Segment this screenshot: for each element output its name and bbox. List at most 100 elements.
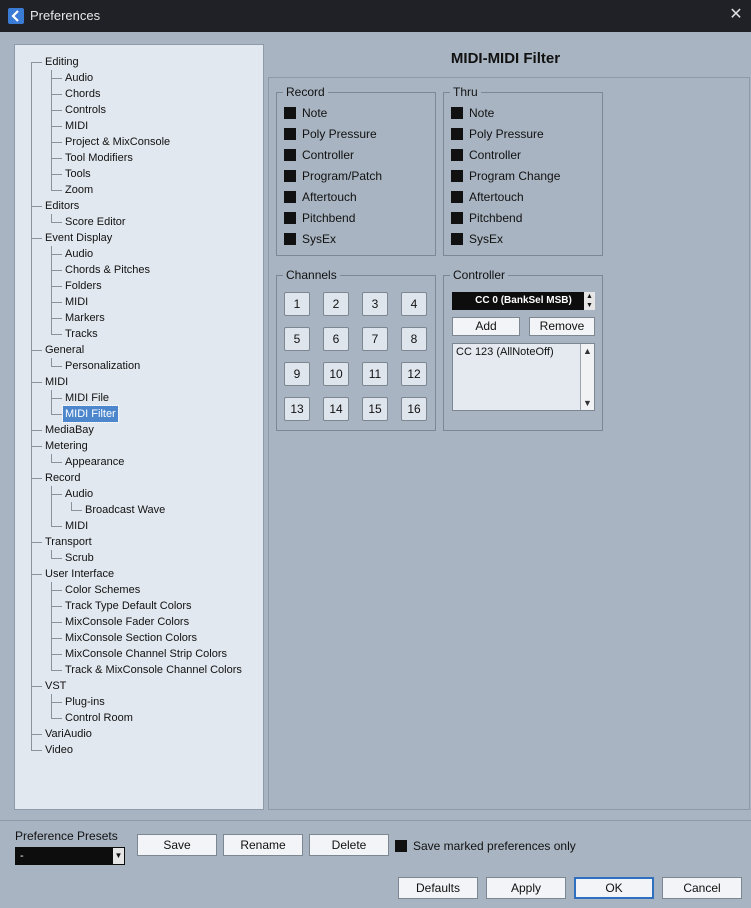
tree-category[interactable]: MIDI bbox=[45, 374, 68, 390]
tree-item[interactable]: Audio bbox=[65, 70, 93, 86]
controller-select[interactable]: CC 0 (BankSel MSB) ▲ ▼ bbox=[452, 292, 595, 310]
tree-category[interactable]: VST bbox=[45, 678, 66, 694]
tree-connector bbox=[51, 110, 52, 126]
save-marked-checkbox[interactable] bbox=[395, 840, 407, 852]
channel-button[interactable]: 3 bbox=[362, 292, 388, 316]
checkbox[interactable] bbox=[451, 107, 463, 119]
checkbox[interactable] bbox=[451, 128, 463, 140]
scroll-up-icon[interactable]: ▲ bbox=[581, 344, 594, 358]
tree-item[interactable]: Track Type Default Colors bbox=[65, 598, 192, 614]
tree-category[interactable]: Transport bbox=[45, 534, 92, 550]
channel-button[interactable]: 14 bbox=[323, 397, 349, 421]
tree-item[interactable]: Controls bbox=[65, 102, 106, 118]
tree-item[interactable]: Audio bbox=[65, 246, 93, 262]
checkbox[interactable] bbox=[451, 191, 463, 203]
tree-item[interactable]: Chords & Pitches bbox=[65, 262, 150, 278]
tree-item[interactable]: MIDI bbox=[65, 118, 88, 134]
list-item[interactable]: CC 123 (AllNoteOff) bbox=[456, 346, 554, 358]
tree-item[interactable]: Control Room bbox=[65, 710, 133, 726]
tree-item[interactable]: MIDI bbox=[65, 294, 88, 310]
chevron-down-icon[interactable]: ▼ bbox=[113, 848, 124, 864]
cancel-button[interactable]: Cancel bbox=[662, 877, 742, 899]
checkbox[interactable] bbox=[284, 212, 296, 224]
checkbox[interactable] bbox=[451, 170, 463, 182]
channel-button[interactable]: 7 bbox=[362, 327, 388, 351]
add-controller-button[interactable]: Add bbox=[452, 317, 520, 336]
tree-item[interactable]: Personalization bbox=[65, 358, 140, 374]
tree-item[interactable]: Score Editor bbox=[65, 214, 126, 230]
channel-button[interactable]: 8 bbox=[401, 327, 427, 351]
preferences-tree[interactable]: Editing Audio Chords Controls MIDI Project & … bbox=[14, 44, 264, 810]
checkbox[interactable] bbox=[284, 107, 296, 119]
tree-item[interactable]: Markers bbox=[65, 310, 105, 326]
checkbox[interactable] bbox=[451, 233, 463, 245]
channel-button[interactable]: 1 bbox=[284, 292, 310, 316]
channel-button[interactable]: 16 bbox=[401, 397, 427, 421]
spin-up-icon[interactable]: ▲ bbox=[584, 292, 595, 301]
save-preset-button[interactable]: Save bbox=[137, 834, 217, 856]
delete-preset-button[interactable]: Delete bbox=[309, 834, 389, 856]
tree-category[interactable]: Video bbox=[45, 742, 73, 758]
tree-item[interactable]: Zoom bbox=[65, 182, 93, 198]
tree-item[interactable]: Chords bbox=[65, 86, 100, 102]
tree-item[interactable]: MixConsole Section Colors bbox=[65, 630, 197, 646]
checkbox[interactable] bbox=[284, 233, 296, 245]
checkbox[interactable] bbox=[451, 212, 463, 224]
channel-button[interactable]: 13 bbox=[284, 397, 310, 421]
tree-category[interactable]: MediaBay bbox=[45, 422, 94, 438]
tree-category[interactable]: Editing bbox=[45, 54, 79, 70]
tree-item[interactable]: Audio bbox=[65, 486, 93, 502]
checkbox[interactable] bbox=[284, 128, 296, 140]
controller-select-value: CC 0 (BankSel MSB) bbox=[475, 295, 572, 306]
controller-spin[interactable]: ▲ ▼ bbox=[584, 292, 595, 310]
tree-item[interactable]: Folders bbox=[65, 278, 102, 294]
tree-category[interactable]: Event Display bbox=[45, 230, 112, 246]
checkbox[interactable] bbox=[284, 149, 296, 161]
channel-button[interactable]: 2 bbox=[323, 292, 349, 316]
channel-button[interactable]: 11 bbox=[362, 362, 388, 386]
tree-item[interactable]: MixConsole Channel Strip Colors bbox=[65, 646, 227, 662]
tree-item[interactable]: Plug-ins bbox=[65, 694, 105, 710]
apply-button[interactable]: Apply bbox=[486, 877, 566, 899]
tree-item[interactable]: MIDI Filter bbox=[62, 405, 119, 423]
tree-item[interactable]: Tools bbox=[65, 166, 91, 182]
channel-button[interactable]: 15 bbox=[362, 397, 388, 421]
checkbox[interactable] bbox=[284, 191, 296, 203]
tree-item[interactable]: Broadcast Wave bbox=[85, 502, 165, 518]
channel-button[interactable]: 12 bbox=[401, 362, 427, 386]
rename-preset-button[interactable]: Rename bbox=[223, 834, 303, 856]
scroll-down-icon[interactable]: ▼ bbox=[581, 396, 594, 410]
channel-button[interactable]: 5 bbox=[284, 327, 310, 351]
tree-item[interactable]: Tool Modifiers bbox=[65, 150, 133, 166]
channel-button[interactable]: 9 bbox=[284, 362, 310, 386]
tree-item[interactable]: Scrub bbox=[65, 550, 94, 566]
tree-item[interactable]: MixConsole Fader Colors bbox=[65, 614, 189, 630]
controller-list[interactable]: CC 123 (AllNoteOff) ▲ ▼ bbox=[452, 343, 595, 411]
checkbox[interactable] bbox=[451, 149, 463, 161]
tree-category[interactable]: VariAudio bbox=[45, 726, 92, 742]
tree-category[interactable]: Editors bbox=[45, 198, 79, 214]
tree-item[interactable]: MIDI bbox=[65, 518, 88, 534]
tree-category[interactable]: Metering bbox=[45, 438, 88, 454]
tree-category[interactable]: Record bbox=[45, 470, 80, 486]
defaults-button[interactable]: Defaults bbox=[398, 877, 478, 899]
channel-button[interactable]: 4 bbox=[401, 292, 427, 316]
remove-controller-button[interactable]: Remove bbox=[529, 317, 595, 336]
tree-item[interactable]: MIDI File bbox=[65, 390, 109, 406]
tree-category[interactable]: General bbox=[45, 342, 84, 358]
tree-item[interactable]: Color Schemes bbox=[65, 582, 140, 598]
channel-button[interactable]: 6 bbox=[323, 327, 349, 351]
checkbox[interactable] bbox=[284, 170, 296, 182]
tree-item[interactable]: Project & MixConsole bbox=[65, 134, 170, 150]
channel-button[interactable]: 10 bbox=[323, 362, 349, 386]
tree-item[interactable]: Track & MixConsole Channel Colors bbox=[65, 662, 242, 678]
ok-button[interactable]: OK bbox=[574, 877, 654, 899]
tree-item[interactable]: Appearance bbox=[65, 454, 124, 470]
controller-list-scrollbar[interactable]: ▲ ▼ bbox=[580, 344, 594, 410]
close-icon[interactable]: ✕ bbox=[727, 5, 745, 25]
tree-category[interactable]: User Interface bbox=[45, 566, 114, 582]
tree-item[interactable]: Tracks bbox=[65, 326, 98, 342]
thru-group-title: Thru bbox=[450, 85, 481, 99]
presets-dropdown[interactable]: - ▼ bbox=[15, 847, 125, 865]
spin-down-icon[interactable]: ▼ bbox=[584, 301, 595, 310]
